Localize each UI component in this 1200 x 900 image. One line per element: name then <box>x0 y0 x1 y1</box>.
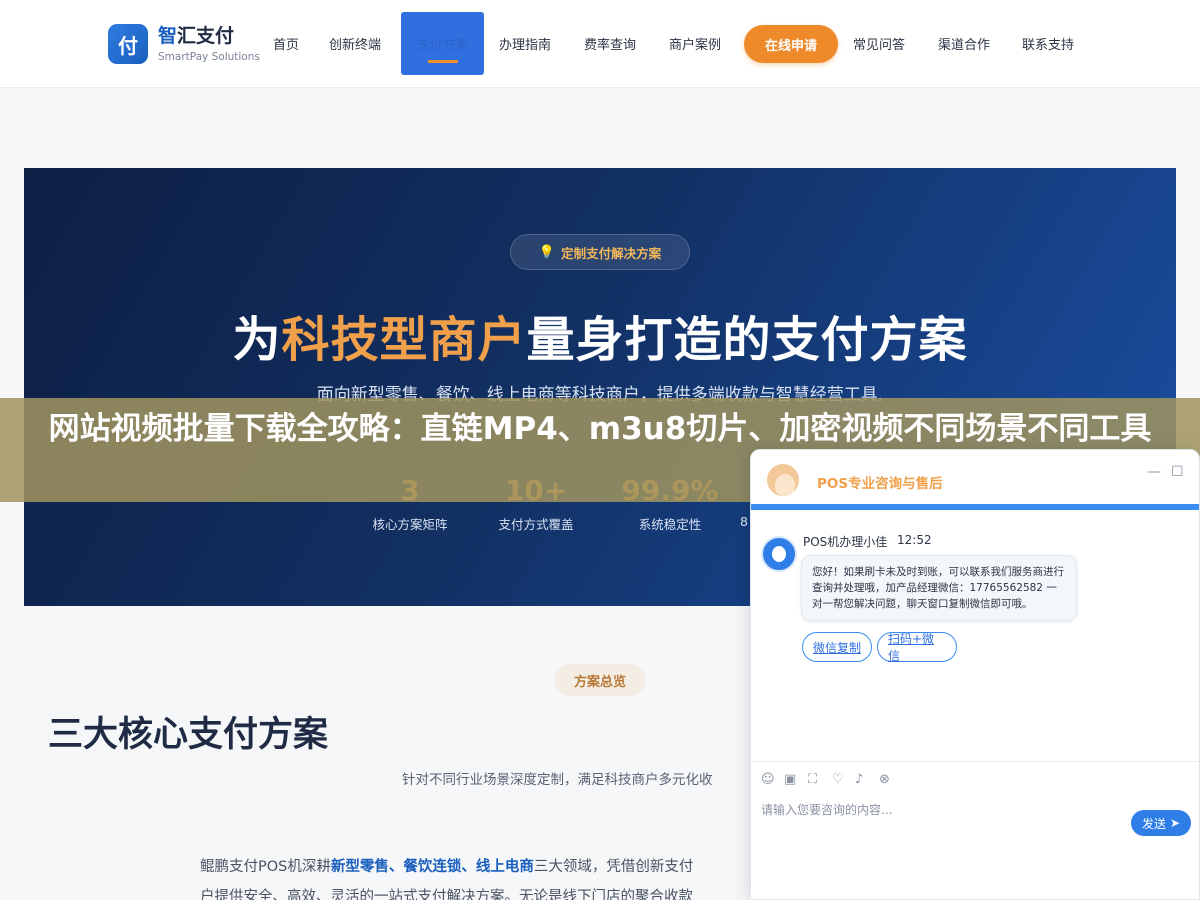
hero-title-b: 量身打造的支付方案 <box>526 312 968 368</box>
body-highlight: 新型零售、餐饮连锁、线上电商 <box>330 859 534 875</box>
scan-wechat-button[interactable]: 扫码+微信 <box>877 632 957 663</box>
agent-message-bubble: 您好！如果刷卡未及时到账，可以联系我们服务商进行查询并处理哦，加产品经理微信：1… <box>801 555 1077 621</box>
logo-subtitle: SmartPay Solutions <box>158 50 260 63</box>
nav-support[interactable]: 联系支持 <box>1022 34 1074 53</box>
section-pill: 方案总览 <box>554 664 646 696</box>
hero-title-a: 为 <box>232 312 282 368</box>
chat-header: POS专业咨询与售后 — ☐ <box>751 450 1199 504</box>
copy-wechat-button[interactable]: 微信复制 <box>802 632 872 662</box>
minimize-icon[interactable]: — <box>1147 464 1161 480</box>
logo-text: 智汇支付 SmartPay Solutions <box>158 25 260 64</box>
nav-rates[interactable]: 费率查询 <box>584 34 636 53</box>
logo-name: 智汇支付 <box>158 25 260 47</box>
body-b: 三大领域，凭借创新支付 <box>533 859 694 875</box>
main-nav: 首页 创新终端 办理指南 费率查询 商户案例 常见问答 渠道合作 联系支持 <box>258 0 1100 88</box>
agent-name: POS机办理小佳 <box>803 535 888 549</box>
apply-online-button[interactable]: 在线申请 <box>744 25 838 63</box>
site-header: 付 智汇支付 SmartPay Solutions 首页 创新终端 办理指南 费… <box>0 0 1200 88</box>
chat-toolbar: ☺ ▣ ⛶ ♡ ♪ ⊗ <box>751 761 1199 797</box>
hero-tag: 💡 定制支付解决方案 <box>510 234 690 270</box>
hero-tag-label: 定制支付解决方案 <box>561 245 662 261</box>
lightbulb-icon: 💡 <box>538 244 556 260</box>
nav-active-indicator <box>428 60 458 63</box>
logo-name-b: 汇支付 <box>177 24 235 47</box>
screenshot-icon[interactable]: ⛶ <box>808 772 817 787</box>
logo-mark-icon: 付 <box>108 24 148 64</box>
send-button[interactable]: 发送 ➤ <box>1131 810 1191 836</box>
support-avatar <box>765 462 801 498</box>
send-arrow-icon: ➤ <box>1169 816 1181 830</box>
chat-message-input[interactable] <box>761 801 1121 819</box>
chat-header-bar <box>751 504 1199 510</box>
body-a: 鲲鹏支付POS机深耕 <box>200 859 331 875</box>
nav-faq[interactable]: 常见问答 <box>853 34 905 53</box>
agent-avatar <box>761 536 797 572</box>
send-label: 发送 <box>1141 816 1166 831</box>
nav-guide[interactable]: 办理指南 <box>499 34 551 53</box>
chat-widget: POS专业咨询与售后 — ☐ POS机办理小佳 12:52 您好！如果刷卡未及时… <box>750 449 1200 900</box>
nav-cases[interactable]: 商户案例 <box>669 34 721 53</box>
nav-solutions-active[interactable]: 支付方案 <box>401 12 484 75</box>
rating-icon[interactable]: ♡ <box>832 772 844 787</box>
nav-channel[interactable]: 渠道合作 <box>938 34 990 53</box>
sound-icon[interactable]: ♪ <box>855 772 863 787</box>
section-body-line1: 鲲鹏支付POS机深耕新型零售、餐饮连锁、线上电商三大领域，凭借创新支付 <box>200 852 760 882</box>
hero-title-highlight: 科技型商户 <box>281 312 527 368</box>
nav-home[interactable]: 首页 <box>273 34 299 53</box>
maximize-icon[interactable]: ☐ <box>1171 464 1184 480</box>
article-title: 网站视频批量下载全攻略：直链MP4、m3u8切片、加密视频不同场景不同工具 <box>48 411 1152 447</box>
section-title: 三大核心支付方案 <box>48 715 329 755</box>
logo[interactable]: 付 智汇支付 SmartPay Solutions <box>108 24 260 64</box>
section-description: 针对不同行业场景深度定制，满足科技商户多元化收 <box>402 772 713 788</box>
nav-terminals[interactable]: 创新终端 <box>329 34 381 53</box>
image-icon[interactable]: ▣ <box>784 772 796 787</box>
section-body-line2: 户提供安全、高效、灵活的一站式支付解决方案。无论是线下门店的聚合收款 <box>200 889 693 900</box>
stat-solutions-label: 核心方案矩阵 <box>372 517 448 532</box>
emoji-icon[interactable]: ☺ <box>761 772 775 787</box>
message-time: 12:52 <box>897 533 932 547</box>
link-icon[interactable]: ⊗ <box>879 772 890 787</box>
chat-title: POS专业咨询与售后 <box>817 476 943 492</box>
stat-methods-label: 支付方式覆盖 <box>498 517 574 532</box>
nav-solutions-label: 支付方案 <box>416 38 469 53</box>
section-body: 鲲鹏支付POS机深耕新型零售、餐饮连锁、线上电商三大领域，凭借创新支付 户提供安… <box>200 852 760 900</box>
hero-title: 为科技型商户量身打造的支付方案 <box>24 300 1176 370</box>
logo-name-a: 智 <box>158 24 178 47</box>
stat-stability-label: 系统稳定性 <box>638 517 702 532</box>
